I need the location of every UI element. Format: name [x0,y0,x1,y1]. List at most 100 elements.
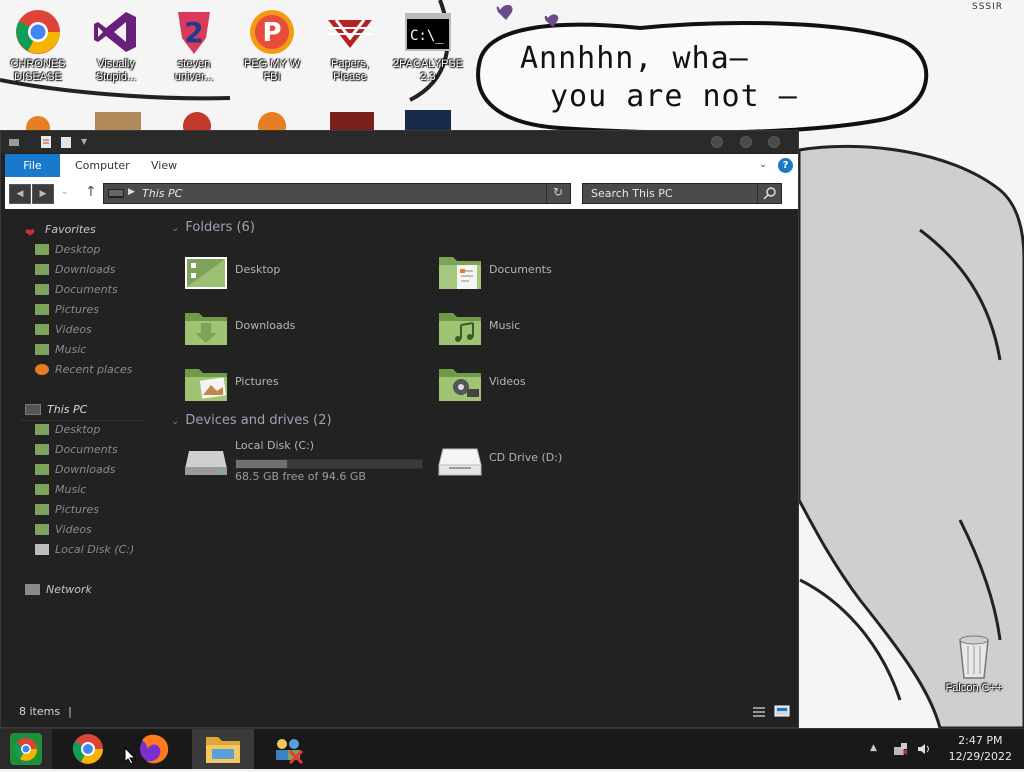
desktop-icon-2pacalypse[interactable]: C:\_ 2PACALYPSE 2.3 [392,8,464,84]
address-separator [546,184,547,203]
folder-tile-desktop[interactable]: Desktop [183,251,423,297]
nav-fav-pictures[interactable]: Pictures [35,301,99,319]
desktop-icon-peg[interactable]: P PEG MY W FBI [236,8,308,84]
new-folder-icon[interactable] [59,135,73,149]
address-bar[interactable]: ▶ This PC ↻ [103,183,571,204]
start-button[interactable] [0,729,52,769]
ribbon-expand-icon[interactable]: ⌄ [759,159,767,170]
papers-please-icon [326,8,374,56]
folder-tile-downloads[interactable]: Downloads [183,307,423,353]
address-chevron-icon[interactable]: ▶ [128,187,135,197]
properties-icon[interactable] [39,135,53,149]
group-header-drives[interactable]: ⌄ Devices and drives (2) [171,413,332,428]
tab-computer[interactable]: Computer [65,154,140,177]
recent-places-icon [35,363,49,375]
desktop-icon-label: CHRONES DISEASE [10,58,66,83]
folder-tile-pictures[interactable]: Pictures [183,363,423,409]
close-button[interactable] [768,136,780,148]
desktop-icon-chrome[interactable]: CHRONES DISEASE [2,8,74,84]
network-status-icon[interactable] [892,741,908,757]
folder-tile-videos[interactable]: Videos [437,363,677,409]
nav-pc-music[interactable]: Music [35,481,86,499]
back-button[interactable]: ◀ [9,184,31,204]
content-pane: ⌄ Folders (6) Desktop Documents Downloads… [161,211,791,691]
speech-line-1: Annhhn, wha— [520,41,749,76]
nav-fav-downloads[interactable]: Downloads [35,261,115,279]
search-icon-separator [757,184,758,203]
system-clock[interactable]: 2:47 PM 12/29/2022 [949,733,1012,765]
desktop-icon-steven-universe[interactable]: 2 steven univer... [158,8,230,84]
nav-pc-downloads[interactable]: Downloads [35,461,115,479]
ribbon-tabs: File Computer View ⌄ ? [5,154,798,177]
status-bar: 8 items | [1,699,798,727]
folder-icon [35,423,49,435]
quick-access-dropdown-icon[interactable]: ▼ [81,137,95,151]
desktop-icon-visual-studio[interactable]: Visually Stupid... [80,8,152,84]
search-icon[interactable] [763,186,777,203]
nav-pc-videos[interactable]: Videos [35,521,92,539]
drive-tile-local-disk[interactable]: Local Disk (C:) 68.5 GB free of 94.6 GB [183,439,443,485]
details-view-icon[interactable] [751,705,767,722]
folder-icon [35,263,49,275]
drive-usage-fill [236,460,288,468]
maximize-button[interactable] [740,136,752,148]
chrome-icon [14,8,62,56]
forward-button[interactable]: ▶ [32,184,54,204]
nav-label: Videos [55,523,92,536]
drive-tile-cd[interactable]: CD Drive (D:) [437,439,677,485]
up-arrow-icon[interactable]: ↑ [85,184,97,200]
nav-fav-desktop[interactable]: Desktop [35,241,100,259]
folder-tile-documents[interactable]: Documents [437,251,677,297]
nav-label: Favorites [45,223,96,236]
folder-icon [35,523,49,535]
title-bar[interactable]: ▼ [1,131,798,153]
nav-network[interactable]: Network [25,581,92,599]
desktop-icon-recycle-bin[interactable]: Falcon C++ [938,632,1010,695]
nav-pc-local-disk[interactable]: Local Disk (C:) [35,541,134,559]
show-hidden-icons[interactable]: ▲ [870,743,886,759]
nav-favorites[interactable]: ❤ Favorites [25,221,96,240]
minimize-button[interactable] [711,136,723,148]
speech-bubble-text: Annhhn, wha— you are not — [520,40,880,116]
computer-icon [25,403,41,415]
window-menu-icon[interactable] [7,135,21,149]
nav-label: Network [46,583,92,596]
taskbar-chrome[interactable] [58,729,120,769]
tab-file[interactable]: File [5,154,60,177]
tiles-view-icon[interactable] [774,704,790,721]
folder-tile-music[interactable]: Music [437,307,677,353]
nav-pc-documents[interactable]: Documents [35,441,118,459]
heart-icon: ❤ [25,225,36,240]
folder-label: Desktop [235,263,281,276]
svg-text:2: 2 [184,16,203,49]
folder-icon [35,503,49,515]
refresh-icon[interactable]: ↻ [553,185,563,199]
help-icon[interactable]: ? [778,158,793,173]
group-header-label: Devices and drives (2) [185,413,332,428]
clock-time: 2:47 PM [958,734,1003,747]
taskbar-network-app[interactable] [258,729,320,769]
nav-this-pc[interactable]: This PC [25,401,87,419]
status-divider: | [68,705,72,718]
recent-locations-icon[interactable]: ⌄ [61,187,69,197]
nav-fav-videos[interactable]: Videos [35,321,92,339]
nav-fav-recent-places[interactable]: Recent places [35,361,132,379]
nav-label: Recent places [55,363,133,376]
taskbar-file-explorer[interactable] [192,729,254,769]
group-header-folders[interactable]: ⌄ Folders (6) [171,220,255,235]
nav-fav-documents[interactable]: Documents [35,281,118,299]
desktop-icon-papers-please[interactable]: Papers, Please [314,8,386,84]
nav-label: Desktop [55,243,101,256]
tab-view[interactable]: View [141,154,187,177]
nav-pc-desktop[interactable]: Desktop [35,421,100,439]
nav-pc-pictures[interactable]: Pictures [35,501,99,519]
nav-fav-music[interactable]: Music [35,341,86,359]
drive-usage-bar [235,459,423,469]
folder-icon [35,443,49,455]
volume-icon[interactable] [916,741,932,757]
search-box[interactable]: Search This PC [582,183,782,204]
videos-folder-icon [437,363,483,403]
recycle-bin-icon [950,632,998,680]
file-explorer-window: ▼ File Computer View ⌄ ? ◀ ▶ ⌄ ↑ ▶ This … [0,130,799,728]
network-people-icon [276,739,304,765]
